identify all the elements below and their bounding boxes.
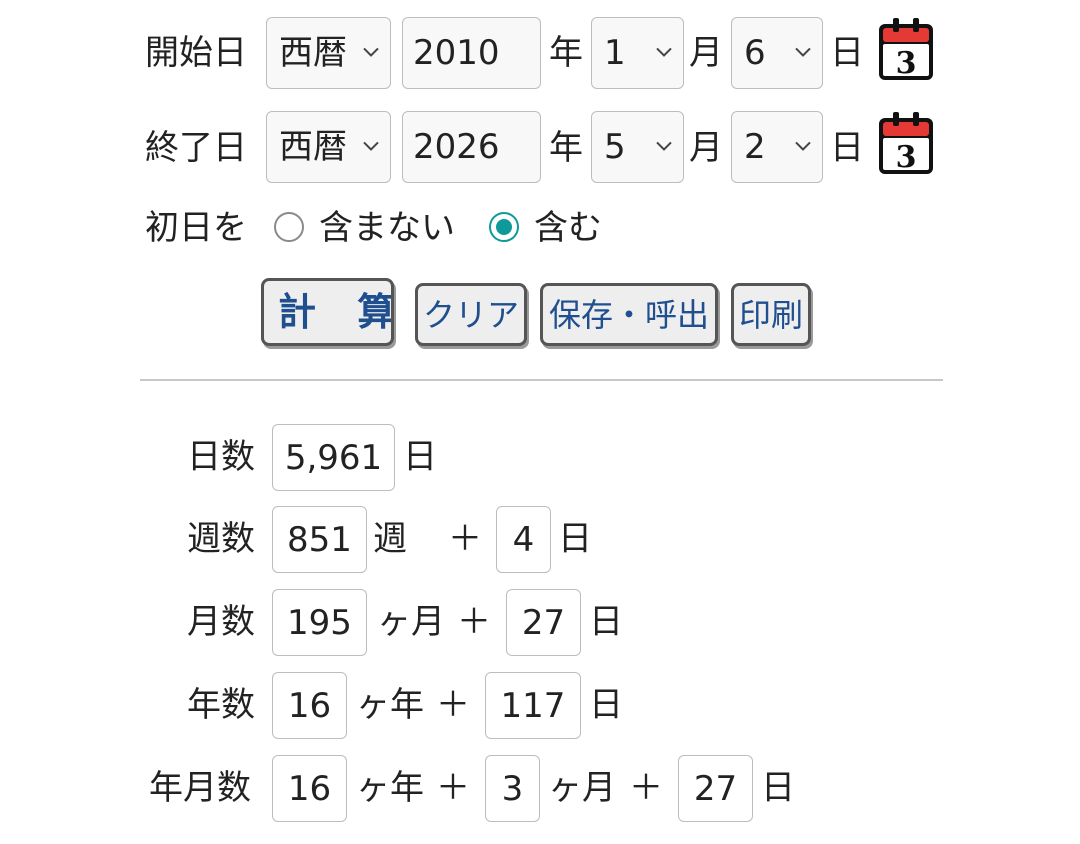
start-era-select[interactable]: 西暦 <box>266 17 391 89</box>
start-year-value: 2010 <box>413 33 500 73</box>
end-month-value: 5 <box>604 127 626 167</box>
weeks-remainder-output: 4 <box>496 506 551 573</box>
weeks-remainder-value: 4 <box>512 519 535 560</box>
start-era-value: 西暦 <box>279 33 347 73</box>
ymd-days-value: 27 <box>693 768 738 809</box>
ymd-days-unit: 日 <box>761 768 795 808</box>
weeks-output: 851 <box>272 506 367 573</box>
ymd-years-output: 16 <box>272 755 347 822</box>
years-unit: ヶ年 <box>356 685 424 725</box>
start-date-label: 開始日 <box>145 33 247 73</box>
start-month-select[interactable]: 1 <box>591 17 684 89</box>
start-calendar-day: 3 <box>896 46 917 81</box>
print-button[interactable]: 印刷 <box>731 283 811 346</box>
end-day-value: 2 <box>744 127 766 167</box>
radio-include[interactable] <box>489 212 519 242</box>
weeks-value: 851 <box>287 519 352 560</box>
months-unit: ヶ月 <box>377 602 445 642</box>
years-output: 16 <box>272 672 347 739</box>
days-value: 5,961 <box>284 437 383 478</box>
months-output: 195 <box>272 589 367 656</box>
ymd-label: 年月数 <box>149 768 251 808</box>
ymd-years-unit: ヶ年 <box>356 768 424 808</box>
chevron-down-icon <box>363 141 379 151</box>
save-load-button-label: 保存・呼出 <box>548 295 709 334</box>
end-calendar-icon[interactable]: 3 <box>877 110 935 176</box>
start-day-unit: 日 <box>830 33 864 73</box>
months-label: 月数 <box>187 602 255 642</box>
chevron-down-icon <box>795 47 811 57</box>
years-remainder-value: 117 <box>500 685 566 726</box>
weeks-remainder-unit: 日 <box>558 519 592 559</box>
end-year-value: 2026 <box>413 127 500 167</box>
radio-exclude[interactable] <box>274 212 304 242</box>
end-era-select[interactable]: 西暦 <box>266 111 391 183</box>
end-day-select[interactable]: 2 <box>731 111 823 183</box>
end-year-input[interactable]: 2026 <box>402 111 541 183</box>
divider <box>140 379 943 381</box>
ymd-days-output: 27 <box>678 755 753 822</box>
chevron-down-icon <box>363 47 379 57</box>
end-year-unit: 年 <box>549 128 583 168</box>
years-plus: ＋ <box>436 685 470 725</box>
start-year-input[interactable]: 2010 <box>402 17 541 89</box>
start-day-select[interactable]: 6 <box>731 17 823 89</box>
days-label: 日数 <box>187 437 255 477</box>
end-calendar-day: 3 <box>896 140 917 175</box>
weeks-unit: 週 <box>373 519 407 559</box>
end-day-unit: 日 <box>830 128 864 168</box>
start-month-unit: 月 <box>689 33 723 73</box>
years-remainder-output: 117 <box>485 672 581 739</box>
save-load-button[interactable]: 保存・呼出 <box>540 283 718 346</box>
months-remainder-output: 27 <box>506 589 581 656</box>
chevron-down-icon <box>795 141 811 151</box>
months-value: 195 <box>287 602 352 643</box>
ymd-plus-2: ＋ <box>629 768 663 808</box>
radio-exclude-label[interactable]: 含まない <box>319 208 455 248</box>
years-label: 年数 <box>187 685 255 725</box>
chevron-down-icon <box>656 141 672 151</box>
ymd-months-unit: ヶ月 <box>548 768 616 808</box>
calculate-button[interactable]: 計 算 <box>261 278 394 346</box>
months-plus: ＋ <box>457 602 491 642</box>
radio-include-label[interactable]: 含む <box>534 208 602 248</box>
days-unit: 日 <box>403 437 437 477</box>
clear-button[interactable]: クリア <box>415 283 527 346</box>
ymd-months-value: 3 <box>501 768 524 809</box>
years-value: 16 <box>287 685 332 726</box>
days-output: 5,961 <box>272 424 395 491</box>
start-year-unit: 年 <box>549 33 583 73</box>
start-day-value: 6 <box>744 33 766 73</box>
ymd-years-value: 16 <box>287 768 332 809</box>
end-date-label: 終了日 <box>145 128 247 168</box>
weeks-plus: ＋ <box>448 519 482 559</box>
ymd-plus-1: ＋ <box>436 768 470 808</box>
years-remainder-unit: 日 <box>589 685 623 725</box>
end-month-unit: 月 <box>689 128 723 168</box>
end-month-select[interactable]: 5 <box>591 111 684 183</box>
clear-button-label: クリア <box>422 295 519 334</box>
chevron-down-icon <box>656 47 672 57</box>
ymd-months-output: 3 <box>485 755 540 822</box>
start-calendar-icon[interactable]: 3 <box>877 16 935 82</box>
start-month-value: 1 <box>604 33 626 73</box>
end-era-value: 西暦 <box>279 127 347 167</box>
calculate-button-label: 計 算 <box>278 290 391 334</box>
months-remainder-unit: 日 <box>589 602 623 642</box>
months-remainder-value: 27 <box>521 602 566 643</box>
print-button-label: 印刷 <box>738 295 803 334</box>
weeks-label: 週数 <box>187 519 255 559</box>
first-day-label: 初日を <box>145 208 247 248</box>
